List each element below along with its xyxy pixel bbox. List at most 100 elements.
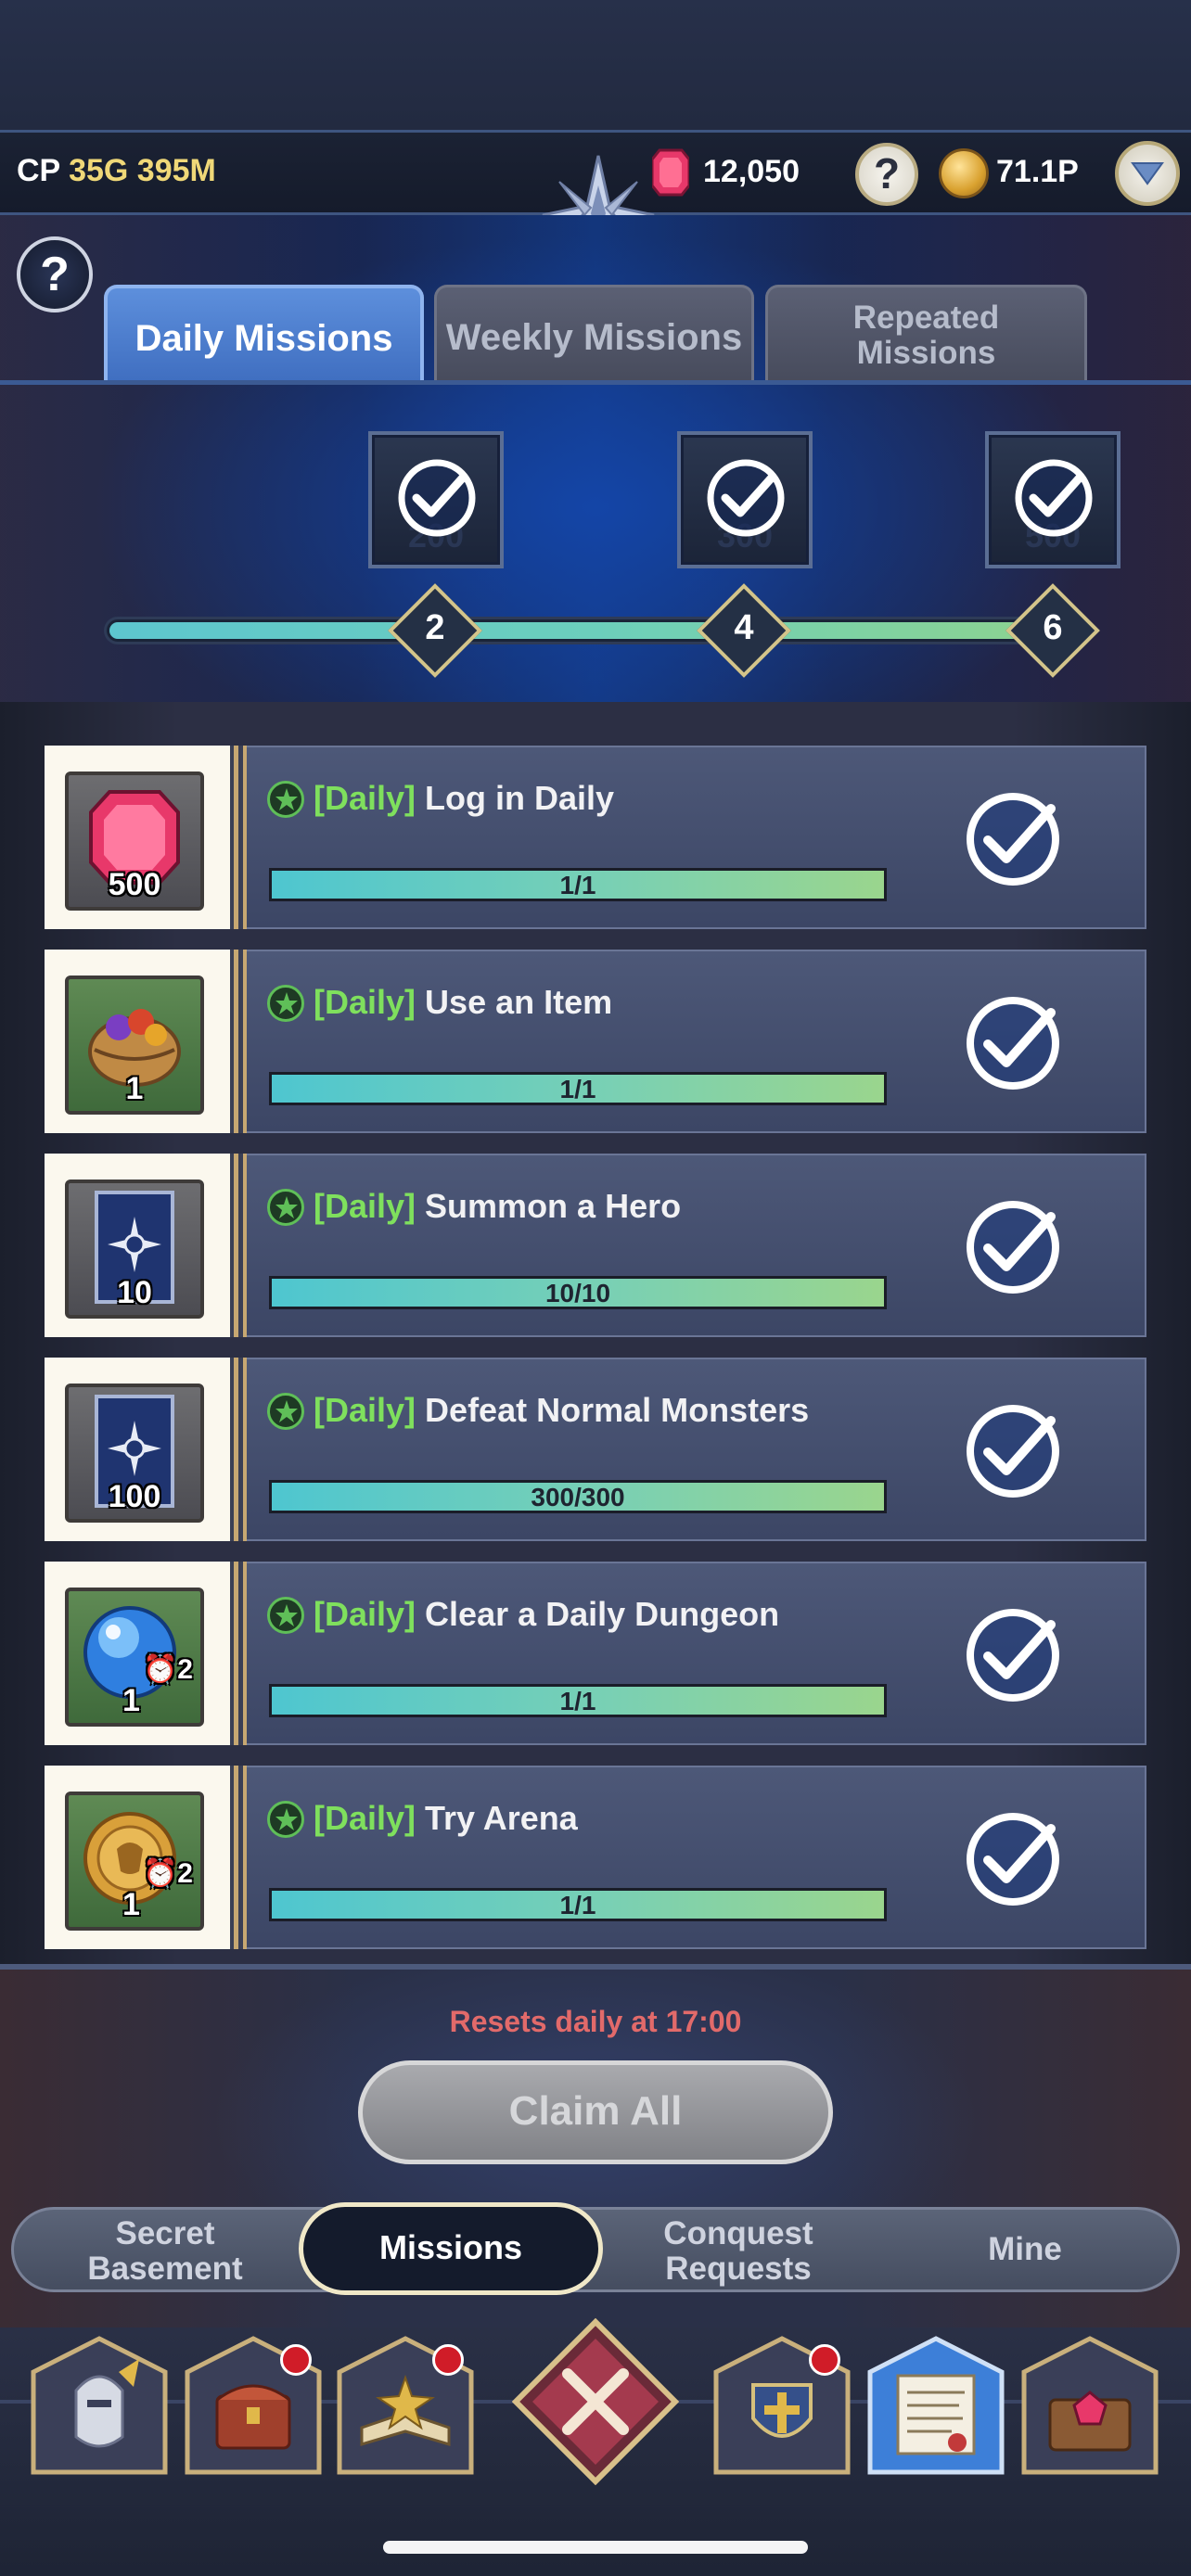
mission-name: Log in Daily: [425, 779, 615, 817]
gold-coin-icon: [939, 148, 989, 198]
scroll-letter-icon: [867, 2336, 1005, 2475]
reward-item: ⏰2 1: [65, 1588, 204, 1727]
mission-progress-text: 10/10: [544, 1279, 611, 1307]
dock-inventory-button[interactable]: [1020, 2335, 1159, 2476]
nav-conquest-requests[interactable]: Conquest Requests: [631, 2207, 846, 2292]
panel-separator: [230, 1766, 249, 1949]
completed-check-icon[interactable]: [958, 1192, 1068, 1302]
mission-row[interactable]: ⏰2 1 [Daily] Try Arena 1/1: [45, 1766, 1146, 1949]
reset-notice: Resets daily at 17:00: [449, 2005, 742, 2038]
completed-check-icon[interactable]: [958, 1804, 1068, 1914]
cp-value: 35G 395M: [69, 153, 216, 188]
reward-item: 500: [65, 772, 204, 911]
nav-missions[interactable]: Missions: [299, 2202, 603, 2295]
nav-secret-basement[interactable]: Secret Basement: [56, 2207, 275, 2292]
mission-name: Try Arena: [425, 1799, 578, 1837]
mission-tag: [Daily]: [314, 1187, 416, 1225]
mission-name: Summon a Hero: [425, 1187, 682, 1225]
reward-timer: ⏰2: [142, 1858, 193, 1889]
milestone-label: 4: [734, 608, 754, 647]
mission-progress-bar: 1/1: [269, 868, 887, 901]
star-icon: [267, 1801, 304, 1838]
mission-title: [Daily] Defeat Normal Monsters: [314, 1391, 809, 1430]
mission-row[interactable]: 1 [Daily] Use an Item 1/1: [45, 950, 1146, 1133]
mission-row[interactable]: 100 [Daily] Defeat Normal Monsters 300/3…: [45, 1358, 1146, 1541]
star-icon: [267, 1393, 304, 1430]
dock-codex-button[interactable]: [336, 2335, 475, 2476]
star-icon: [267, 1189, 304, 1226]
reward-qty: 1: [125, 1071, 144, 1106]
close-icon[interactable]: [512, 2318, 679, 2485]
dock-shop-button[interactable]: [184, 2335, 323, 2476]
mission-title: [Daily] Clear a Daily Dungeon: [314, 1595, 779, 1634]
home-indicator: [383, 2541, 808, 2554]
mission-name: Defeat Normal Monsters: [425, 1391, 810, 1429]
reward-qty: 500: [108, 867, 161, 902]
panel-separator: [230, 1358, 249, 1541]
dock-mail-button[interactable]: [866, 2335, 1005, 2476]
panel-separator: [230, 950, 249, 1133]
mission-title: [Daily] Summon a Hero: [314, 1187, 681, 1226]
star-icon: [267, 781, 304, 818]
panel-separator: [230, 1562, 249, 1745]
reward-timer: ⏰2: [142, 1654, 193, 1685]
star-icon: [267, 985, 304, 1022]
dock-heroes-button[interactable]: [30, 2335, 169, 2476]
mission-tag: [Daily]: [314, 1595, 416, 1633]
mission-tag: [Daily]: [314, 1391, 416, 1429]
completed-check-icon[interactable]: [958, 1600, 1068, 1710]
mission-title: [Daily] Log in Daily: [314, 779, 614, 818]
tab-daily-missions[interactable]: Daily Missions: [104, 285, 424, 383]
reward-item: 100: [65, 1384, 204, 1523]
star-icon: [267, 1597, 304, 1634]
tab-weekly-missions[interactable]: Weekly Missions: [434, 285, 754, 383]
gold-count: 71.1P: [996, 154, 1079, 189]
dock-guild-button[interactable]: [712, 2335, 852, 2476]
milestone-reward-3[interactable]: 500: [985, 431, 1121, 568]
mission-title: [Daily] Try Arena: [314, 1799, 578, 1838]
mission-progress-text: 1/1: [559, 1075, 596, 1103]
mission-progress-bar: 1/1: [269, 1072, 887, 1105]
gem-count: 12,050: [703, 154, 800, 189]
notification-badge: [280, 2344, 312, 2376]
mission-row[interactable]: ⏰2 1 [Daily] Clear a Daily Dungeon 1/1: [45, 1562, 1146, 1745]
reward-item: 1: [65, 976, 204, 1115]
mission-progress-text: 300/300: [531, 1483, 625, 1511]
mission-help-button[interactable]: ?: [17, 236, 93, 312]
milestone-reward-1[interactable]: 200: [368, 431, 504, 568]
completed-check-icon[interactable]: [958, 784, 1068, 894]
notification-badge: [432, 2344, 464, 2376]
mission-progress-bar: 1/1: [269, 1684, 887, 1717]
mission-progress-text: 1/1: [559, 871, 596, 899]
milestone-label: 2: [425, 608, 445, 647]
completed-check-icon[interactable]: [958, 1396, 1068, 1506]
mission-row[interactable]: 500 [Daily] Log in Daily 1/1: [45, 746, 1146, 929]
mission-tag: [Daily]: [314, 983, 416, 1021]
milestone-progress-fill: [109, 622, 1082, 639]
status-bar-area: [0, 0, 1191, 130]
claim-all-button[interactable]: Claim All: [358, 2060, 833, 2164]
reward-item: ⏰2 1: [65, 1792, 204, 1931]
help-button[interactable]: ?: [855, 143, 918, 206]
mission-progress-text: 1/1: [559, 1687, 596, 1715]
milestone-label: 6: [1043, 608, 1063, 647]
tab-divider: [0, 380, 1191, 385]
nav-mine[interactable]: Mine: [928, 2207, 1122, 2292]
gem-icon: [652, 148, 689, 197]
mission-progress-bar: 300/300: [269, 1480, 887, 1513]
reward-qty: 10: [117, 1275, 152, 1310]
completed-check-icon[interactable]: [958, 988, 1068, 1098]
mission-title: [Daily] Use an Item: [314, 983, 612, 1022]
reward-qty: 1: [122, 1887, 140, 1922]
tab-repeated-missions[interactable]: Repeated Missions: [765, 285, 1087, 383]
knight-helmet-icon: [31, 2336, 168, 2475]
mission-progress-bar: 1/1: [269, 1888, 887, 1921]
notification-badge: [809, 2344, 840, 2376]
menu-dropdown-button[interactable]: [1115, 141, 1180, 206]
check-icon: [1015, 459, 1093, 537]
mission-name: Clear a Daily Dungeon: [425, 1595, 780, 1633]
cp-label: CP: [17, 153, 60, 188]
milestone-reward-2[interactable]: 300: [677, 431, 813, 568]
tab-repeated-label: Repeated Missions: [852, 300, 1000, 371]
mission-row[interactable]: 10 [Daily] Summon a Hero 10/10: [45, 1154, 1146, 1337]
